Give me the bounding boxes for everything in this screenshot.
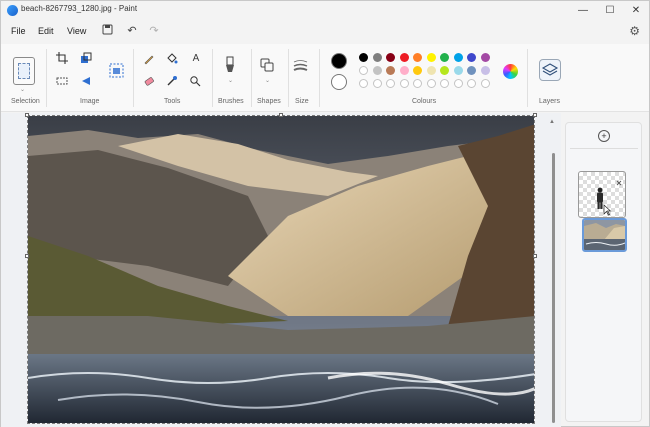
group-label-shapes: Shapes [257,98,281,105]
palette-swatch[interactable] [359,66,368,75]
maximize-button[interactable]: ☐ [597,1,623,20]
close-button[interactable]: ✕ [623,1,649,20]
layer-thumbnail-landscape[interactable] [582,218,627,252]
color-picker-icon[interactable] [166,75,180,89]
fill-icon[interactable] [166,53,180,67]
palette-swatch[interactable] [413,66,422,75]
palette-swatch[interactable] [413,53,422,62]
ribbon-divider [319,49,320,107]
redo-icon[interactable]: ↷ [147,24,161,38]
shapes-icon[interactable] [260,58,276,74]
selection-rect-icon [18,63,30,79]
ribbon-divider [133,49,134,107]
group-label-size: Size [295,98,309,105]
palette-swatch[interactable] [386,53,395,62]
group-label-layers: Layers [539,98,561,105]
vertical-scrollbar[interactable] [552,153,555,423]
group-label-selection: Selection [11,98,40,105]
paint-app-icon [7,5,18,16]
custom-color-slot[interactable] [399,79,409,88]
layer-separator [570,148,638,149]
undo-icon[interactable]: ↶ [125,24,139,38]
title-bar: beach-8267793_1280.jpg - Paint — ☐ ✕ [1,1,649,20]
palette-swatch[interactable] [399,53,409,62]
ribbon-toolbar: ⌄ Selection Image A Tools ⌄ Brushes ⌄ Sh… [1,44,649,112]
group-label-brushes: Brushes [218,98,244,105]
secondary-color-swatch[interactable] [331,74,347,90]
resize-handle[interactable] [279,113,283,117]
palette-swatch[interactable] [480,66,490,75]
palette-swatch[interactable] [467,66,476,75]
paint-window: beach-8267793_1280.jpg - Paint — ☐ ✕ Fil… [0,0,650,427]
text-icon[interactable]: A [189,52,203,66]
palette-swatch[interactable] [372,66,382,75]
size-icon[interactable] [293,58,309,74]
custom-color-slot[interactable] [480,79,490,88]
resize-handle[interactable] [533,113,537,117]
custom-color-slot[interactable] [386,79,395,88]
palette-swatch[interactable] [453,53,463,62]
canvas-workspace: ▲ [1,113,561,427]
remove-background-icon[interactable] [109,63,125,79]
resize-icon[interactable] [80,52,94,66]
layers-button[interactable] [539,59,561,81]
palette-swatch[interactable] [399,66,409,75]
menu-bar: File Edit View ↶ ↷ ⚙ [1,21,649,43]
palette-swatch[interactable] [386,66,395,75]
layer-thumbnail-person[interactable] [578,171,626,218]
custom-color-slot[interactable] [359,79,368,88]
custom-color-slot[interactable] [467,79,476,88]
eraser-icon[interactable] [143,75,157,89]
layers-panel: + [565,122,642,422]
pencil-icon[interactable] [143,53,157,67]
chevron-down-icon[interactable]: ⌄ [265,77,270,84]
add-layer-button[interactable]: + [598,130,610,142]
ribbon-divider [46,49,47,107]
primary-color-swatch[interactable] [331,53,347,69]
palette-swatch[interactable] [467,53,476,62]
ribbon-divider [288,49,289,107]
group-label-colours: Colours [412,98,437,105]
palette-swatch[interactable] [453,66,463,75]
save-icon[interactable] [100,24,114,38]
custom-color-slot[interactable] [372,79,382,88]
ribbon-divider [251,49,252,107]
ribbon-divider [212,49,213,107]
resize-handle[interactable] [25,113,29,117]
custom-color-slot[interactable] [440,79,449,88]
palette-swatch[interactable] [440,66,449,75]
scroll-up-icon[interactable]: ▲ [549,119,555,125]
menu-edit[interactable]: Edit [38,26,54,36]
palette-swatch[interactable] [440,53,449,62]
rotate-icon[interactable] [80,75,94,89]
group-label-tools: Tools [164,98,181,105]
menu-file[interactable]: File [11,26,26,36]
window-title: beach-8267793_1280.jpg - Paint [21,4,138,13]
custom-color-slot[interactable] [453,79,463,88]
canvas-image[interactable] [27,115,535,424]
menu-view[interactable]: View [67,26,86,36]
resize-handle[interactable] [533,254,537,258]
custom-color-slot[interactable] [413,79,422,88]
crop-icon[interactable] [56,52,70,66]
group-label-image: Image [80,98,100,105]
palette-swatch[interactable] [372,53,382,62]
image-select-icon[interactable] [56,75,70,89]
gear-icon[interactable]: ⚙ [629,24,640,38]
magnifier-icon[interactable] [189,75,203,89]
palette-swatch[interactable] [480,53,490,62]
brush-icon[interactable] [223,56,239,74]
custom-color-slot[interactable] [426,79,436,88]
resize-handle[interactable] [25,254,29,258]
palette-swatch[interactable] [426,66,436,75]
ribbon-divider [527,49,528,107]
palette-swatch[interactable] [426,53,436,62]
chevron-down-icon[interactable]: ⌄ [228,77,233,84]
chevron-down-icon[interactable]: ⌄ [20,86,25,93]
minimize-button[interactable]: — [570,1,596,20]
palette-swatch[interactable] [359,53,368,62]
edit-colors-icon[interactable] [503,64,518,79]
selection-button[interactable] [13,57,35,85]
